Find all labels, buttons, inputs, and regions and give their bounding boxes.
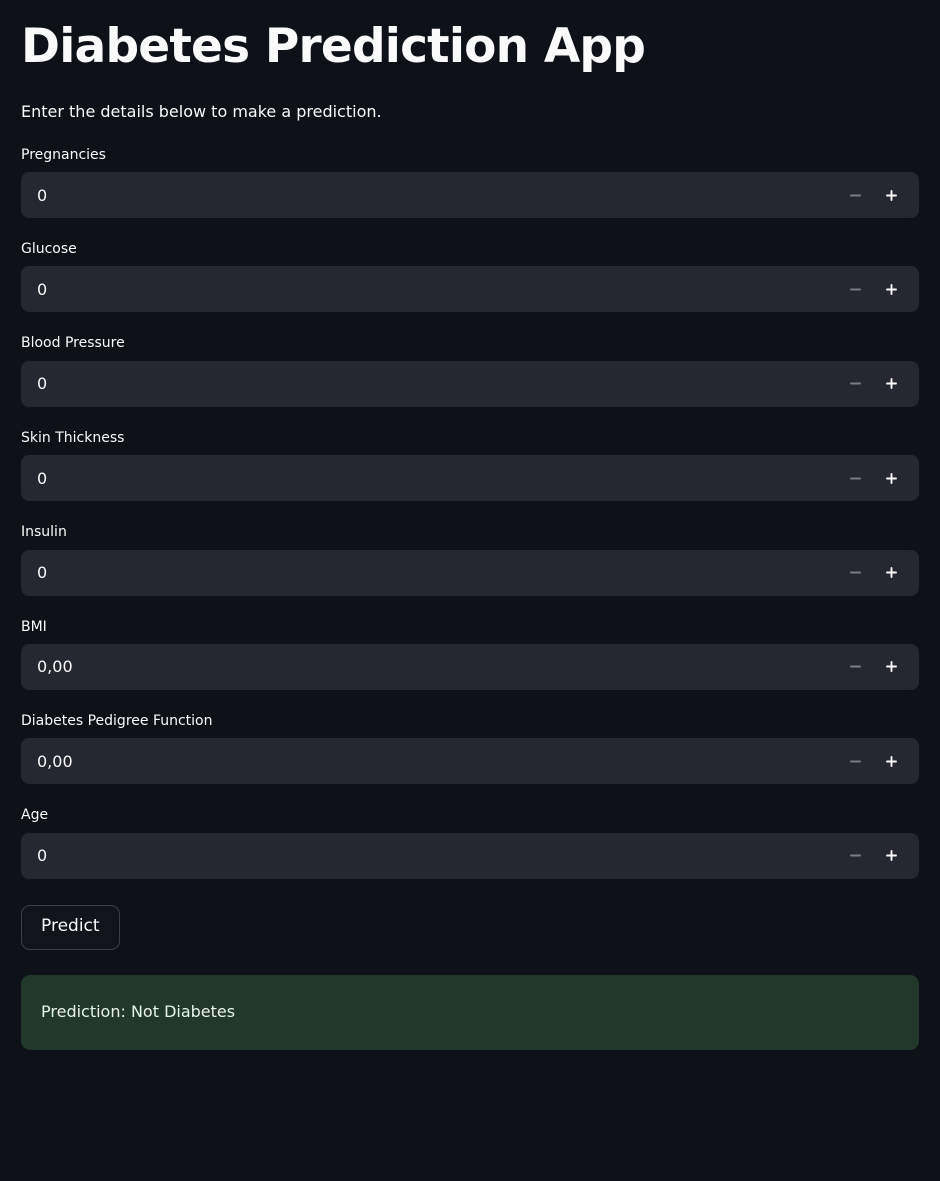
minus-icon [848,848,863,863]
stepper-controls [837,362,918,406]
number-input-field-5: BMI [21,616,919,690]
stepper-controls [837,456,918,500]
predict-button[interactable]: Predict [21,904,120,950]
number-input[interactable] [21,738,919,785]
stepper-controls [837,551,918,595]
field-label: Glucose [21,241,77,258]
decrement-button-6[interactable] [837,739,873,783]
plus-icon [884,565,899,580]
number-input-value[interactable] [22,267,837,312]
number-input-field-6: Diabetes Pedigree Function [21,710,919,785]
number-input-value[interactable] [22,173,837,218]
stepper-controls [837,834,918,878]
increment-button-2[interactable] [873,362,909,406]
minus-icon [848,376,863,391]
minus-icon [848,188,863,203]
number-input-value[interactable] [22,361,837,406]
number-input-value[interactable] [22,550,837,595]
number-input[interactable] [21,643,919,690]
number-input-field-4: Insulin [21,521,919,596]
decrement-button-4[interactable] [837,551,873,595]
number-input-value[interactable] [22,739,837,784]
decrement-button-7[interactable] [837,834,873,878]
number-input[interactable] [21,832,919,879]
number-input-value[interactable] [22,644,837,689]
increment-button-5[interactable] [873,645,909,689]
field-label: Blood Pressure [21,335,125,352]
field-label: Insulin [21,524,67,541]
plus-icon [884,282,899,297]
minus-icon [848,754,863,769]
increment-button-4[interactable] [873,551,909,595]
field-label: Skin Thickness [21,429,125,446]
number-input-value[interactable] [22,833,837,878]
plus-icon [884,848,899,863]
number-input-field-2: Blood Pressure [21,332,919,407]
prediction-result-text: Prediction: Not Diabetes [41,1002,236,1022]
stepper-controls [837,173,918,217]
decrement-button-2[interactable] [837,362,873,406]
minus-icon [848,471,863,486]
field-label: Age [21,807,49,824]
increment-button-0[interactable] [873,173,909,217]
decrement-button-5[interactable] [837,645,873,689]
number-input-value[interactable] [22,456,837,501]
prediction-result-alert: Prediction: Not Diabetes [21,974,919,1050]
field-label: BMI [21,618,47,635]
page-title: Diabetes Prediction App [21,19,646,74]
increment-button-1[interactable] [873,267,909,311]
increment-button-6[interactable] [873,739,909,783]
plus-icon [884,659,899,674]
number-input[interactable] [21,455,919,502]
number-input-field-3: Skin Thickness [21,427,919,502]
decrement-button-0[interactable] [837,173,873,217]
minus-icon [848,659,863,674]
minus-icon [848,565,863,580]
stepper-controls [837,645,918,689]
number-input[interactable] [21,549,919,596]
plus-icon [884,471,899,486]
number-input-field-1: Glucose [21,238,919,313]
plus-icon [884,754,899,769]
predict-button-container: Predict [21,904,919,950]
stepper-controls [837,267,918,311]
number-input-field-7: Age [21,804,919,879]
number-input[interactable] [21,172,919,219]
field-label: Pregnancies [21,146,106,163]
app-container: Diabetes Prediction App Enter the detail… [0,0,940,1181]
plus-icon [884,376,899,391]
field-label: Diabetes Pedigree Function [21,712,213,729]
number-input[interactable] [21,360,919,407]
prediction-form: Pregnancies 0 Glucose 0 Blood Pressure 0… [21,144,919,879]
increment-button-7[interactable] [873,834,909,878]
number-input-field-0: Pregnancies [21,144,919,219]
plus-icon [884,188,899,203]
number-input[interactable] [21,266,919,313]
minus-icon [848,282,863,297]
page-caption: Enter the details below to make a predic… [21,101,382,121]
decrement-button-3[interactable] [837,456,873,500]
decrement-button-1[interactable] [837,267,873,311]
stepper-controls [837,739,918,783]
increment-button-3[interactable] [873,456,909,500]
